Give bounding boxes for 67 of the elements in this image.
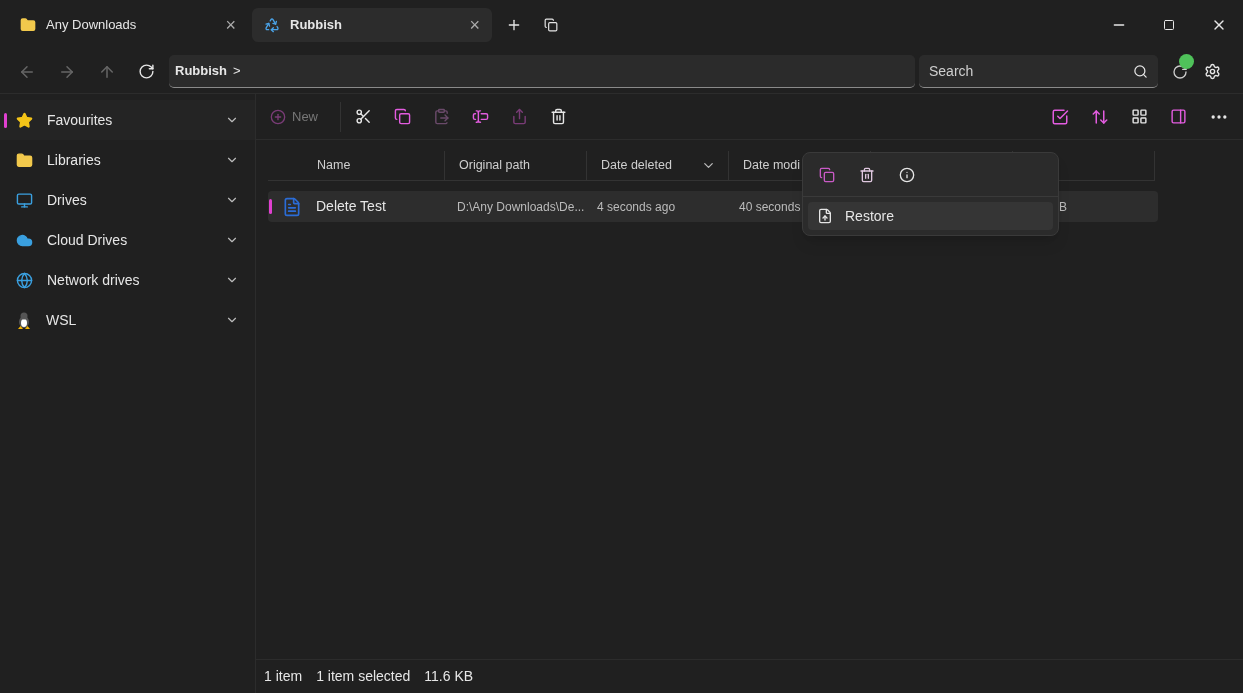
sidebar-label: Libraries — [47, 150, 102, 170]
sidebar-item[interactable]: Drives — [0, 180, 255, 220]
star-icon — [16, 111, 33, 129]
breadcrumb-separator: > — [233, 62, 241, 81]
sidebar-label: WSL — [46, 310, 78, 330]
sidebar-label: Cloud Drives — [47, 230, 129, 250]
sidebar-item[interactable]: Libraries — [0, 140, 255, 180]
penguin-icon — [16, 311, 32, 329]
maximize-icon[interactable] — [1163, 19, 1175, 31]
tab-close-button[interactable]: × — [225, 11, 236, 39]
delete-icon[interactable] — [550, 108, 567, 125]
copy-icon[interactable] — [819, 166, 835, 183]
status-badge — [1179, 53, 1194, 69]
tab-close-button[interactable]: × — [469, 11, 480, 39]
tab-label: Rubbish — [290, 16, 343, 35]
sidebar-item[interactable]: Cloud Drives — [0, 220, 255, 260]
column-header[interactable]: Date deleted — [601, 156, 672, 175]
item-count: 1 item — [264, 667, 303, 686]
globe-icon — [16, 271, 33, 289]
select-icon[interactable] — [1051, 107, 1069, 126]
search-field[interactable]: Search — [919, 55, 1158, 88]
search-icon — [1133, 63, 1148, 79]
tab[interactable]: Any Downloads × — [8, 8, 248, 42]
table-cell-text: D:\Any Downloads\De... — [457, 198, 586, 216]
sidebar-item[interactable]: Network drives — [0, 260, 255, 300]
selection-size: 11.6 KB — [424, 667, 474, 686]
search-input[interactable]: Search — [929, 60, 1133, 82]
document-icon — [282, 196, 302, 217]
cut-icon[interactable] — [355, 108, 372, 125]
new-button[interactable]: New — [270, 106, 318, 127]
restore-icon — [817, 208, 833, 224]
rename-icon[interactable] — [472, 108, 489, 125]
column-header[interactable]: Original path — [459, 156, 530, 175]
sidebar-label: Network drives — [47, 270, 141, 290]
sidebar-label: Drives — [47, 190, 88, 210]
breadcrumb[interactable]: Rubbish — [175, 61, 227, 81]
tab-label: Any Downloads — [46, 16, 138, 35]
copy-icon[interactable] — [394, 108, 411, 125]
folder-icon — [20, 17, 36, 33]
folder-icon — [16, 151, 33, 169]
duplicate-tab-icon[interactable] — [544, 18, 558, 32]
table-cell-text: B — [1059, 198, 1067, 216]
sidebar-item[interactable]: WSL — [0, 300, 255, 340]
layout-icon[interactable] — [1131, 108, 1148, 125]
sidebar-label: Favourites — [47, 110, 114, 130]
column-header[interactable]: Name — [317, 156, 351, 175]
column-header[interactable]: Date modi — [743, 156, 800, 175]
sync-icon[interactable] — [1172, 63, 1188, 80]
address-bar[interactable]: Rubbish > — [169, 55, 915, 88]
settings-icon[interactable] — [1204, 63, 1221, 80]
delete-icon[interactable] — [859, 166, 875, 183]
selection-count: 1 item selected — [316, 667, 411, 686]
refresh-icon[interactable] — [138, 63, 155, 80]
details-pane-icon[interactable] — [1170, 108, 1187, 125]
menu-item[interactable]: Restore — [808, 202, 1053, 230]
selection-indicator — [4, 113, 7, 128]
selection-indicator — [269, 199, 272, 214]
monitor-icon — [16, 191, 33, 209]
table-cell-text: Delete Test — [316, 197, 387, 216]
tab[interactable]: Rubbish × — [252, 8, 492, 42]
new-tab-icon[interactable] — [506, 17, 522, 33]
info-icon[interactable] — [899, 166, 915, 183]
sidebar-item[interactable]: Favourites — [0, 100, 255, 140]
sort-icon[interactable] — [1091, 107, 1109, 126]
recycle-bin-icon — [264, 17, 280, 33]
table-cell-text: 4 seconds ago — [597, 198, 677, 216]
plus-circle-icon — [270, 108, 286, 125]
